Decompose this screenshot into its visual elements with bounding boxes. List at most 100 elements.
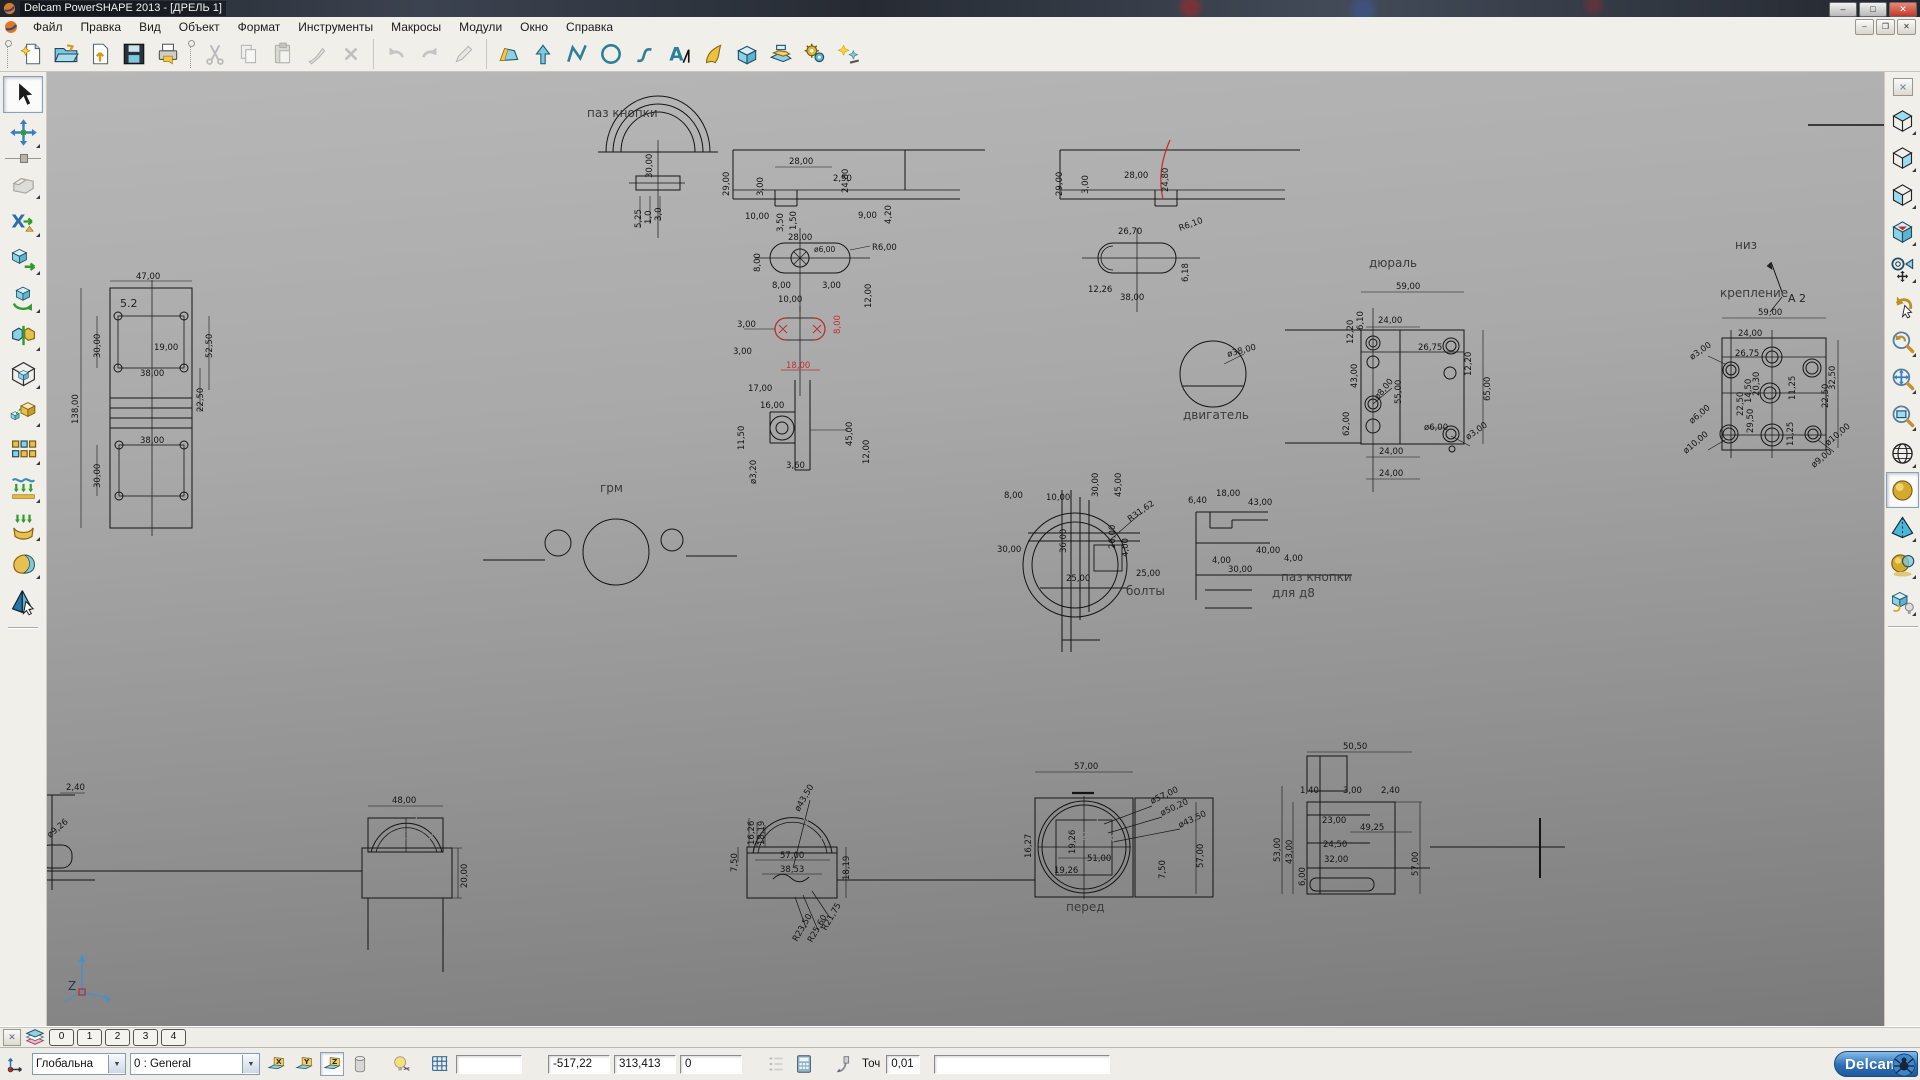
delete-icon[interactable]: [334, 38, 368, 70]
wrap-tool[interactable]: [3, 507, 43, 544]
menu-app-icon[interactable]: [4, 20, 18, 34]
curve-tool-icon[interactable]: [628, 38, 662, 70]
menu-item-правка[interactable]: Правка: [72, 19, 131, 35]
menu-item-файл[interactable]: Файл: [24, 19, 72, 35]
zoom-box-button[interactable]: [1886, 398, 1919, 434]
plane-y-icon[interactable]: Y: [292, 1052, 316, 1076]
level-button-3[interactable]: 3: [133, 1029, 158, 1046]
edit-subitem-tool[interactable]: [3, 583, 43, 620]
mdi-close-button[interactable]: ✕: [1897, 19, 1916, 35]
minimize-button[interactable]: –: [1829, 2, 1857, 17]
workplane-combo[interactable]: Глобальна ▼: [32, 1053, 126, 1075]
smart-surface-icon[interactable]: [492, 38, 526, 70]
pattern-tool[interactable]: [3, 431, 43, 468]
feature-tool-icon[interactable]: [764, 38, 798, 70]
zoom-previous-button[interactable]: [1886, 324, 1919, 360]
view-rotate-button[interactable]: [1886, 250, 1919, 286]
shaded-wireframe-mode-button[interactable]: [1886, 546, 1919, 582]
menu-item-формат[interactable]: Формат: [229, 19, 290, 35]
import-icon[interactable]: [83, 38, 117, 70]
toolbar-pin[interactable]: [3, 154, 43, 163]
measure-tool-icon[interactable]: [832, 1052, 856, 1076]
copy-icon[interactable]: [232, 38, 266, 70]
menu-item-модули[interactable]: Модули: [450, 19, 511, 35]
new-file-icon[interactable]: [15, 38, 49, 70]
toolbar-grip[interactable]: [187, 40, 196, 68]
line-tool-icon[interactable]: [560, 38, 594, 70]
mirror-tool[interactable]: [3, 317, 43, 354]
morph-tool[interactable]: [3, 545, 43, 582]
levels-close-button[interactable]: ✕: [3, 1029, 21, 1046]
open-file-icon[interactable]: [49, 38, 83, 70]
plane-x-icon[interactable]: X: [264, 1052, 288, 1076]
view-previous-button[interactable]: [1886, 287, 1919, 323]
rotate-tool[interactable]: [3, 279, 43, 316]
convert-tool[interactable]: X: [3, 203, 43, 240]
shaded-mode-button[interactable]: [1886, 472, 1919, 508]
format-brush-icon[interactable]: [300, 38, 334, 70]
view-top-button[interactable]: [1886, 102, 1919, 138]
coordinate-x-field[interactable]: -517,22: [548, 1055, 610, 1074]
close-button[interactable]: ✕: [1889, 2, 1917, 17]
workplane-axes-icon[interactable]: [4, 1052, 28, 1076]
calculator-icon[interactable]: [792, 1052, 816, 1076]
transparent-mode-button[interactable]: [1886, 509, 1919, 545]
coordinate-y-field[interactable]: 313,413: [614, 1055, 676, 1074]
menu-item-вид[interactable]: Вид: [130, 19, 170, 35]
print-icon[interactable]: [151, 38, 185, 70]
layers-icon[interactable]: [24, 1028, 46, 1046]
menu-item-инструменты[interactable]: Инструменты: [289, 19, 382, 35]
menu-item-справка[interactable]: Справка: [557, 19, 622, 35]
mdi-restore-button[interactable]: ❐: [1876, 19, 1895, 35]
tolerance-field[interactable]: 0,01: [886, 1055, 920, 1074]
paste-icon[interactable]: [266, 38, 300, 70]
intelligent-cursor-icon[interactable]: [390, 1052, 414, 1076]
wireframe-mode-button[interactable]: [1886, 435, 1919, 471]
coordinate-list-icon[interactable]: [764, 1052, 788, 1076]
menu-item-объект[interactable]: Объект: [170, 19, 229, 35]
level-combo[interactable]: 0 : General ▼: [130, 1053, 260, 1075]
view-side-button[interactable]: [1886, 139, 1919, 175]
project-curve-tool[interactable]: [3, 469, 43, 506]
mdi-minimize-button[interactable]: –: [1855, 19, 1874, 35]
edit-icon[interactable]: [447, 38, 481, 70]
scale-tool[interactable]: [3, 393, 43, 430]
solid-tool-icon[interactable]: [730, 38, 764, 70]
toolbar-grip[interactable]: [4, 40, 13, 68]
maximize-button[interactable]: □: [1859, 2, 1887, 17]
level-button-2[interactable]: 2: [105, 1029, 130, 1046]
wizard-icon[interactable]: [832, 38, 866, 70]
dynamic-transform-tool[interactable]: [3, 114, 43, 151]
view-iso-button[interactable]: [1886, 213, 1919, 249]
dynamic-section-button[interactable]: [1886, 583, 1919, 619]
drawing-canvas[interactable]: 30,005,251,03,028,002,5029,0024,803,0010…: [47, 72, 1884, 1026]
zoom-full-button[interactable]: [1886, 361, 1919, 397]
offset-tool[interactable]: [3, 355, 43, 392]
level-dropdown-arrow[interactable]: ▼: [242, 1055, 259, 1073]
circle-tool-icon[interactable]: [594, 38, 628, 70]
redo-icon[interactable]: [413, 38, 447, 70]
plane-z-icon[interactable]: Z: [320, 1052, 344, 1076]
workplane-dropdown-arrow[interactable]: ▼: [108, 1055, 125, 1073]
move-tool[interactable]: [3, 241, 43, 278]
level-button-4[interactable]: 4: [161, 1029, 186, 1046]
undo-icon[interactable]: [379, 38, 413, 70]
grid-size-field[interactable]: [456, 1055, 522, 1074]
workplane-arrow-icon[interactable]: [526, 38, 560, 70]
grid-icon[interactable]: [428, 1052, 452, 1076]
assembly-gears-icon[interactable]: [798, 38, 832, 70]
view-front-button[interactable]: [1886, 176, 1919, 212]
level-button-0[interactable]: 0: [49, 1029, 74, 1046]
cut-icon[interactable]: [198, 38, 232, 70]
level-button-1[interactable]: 1: [77, 1029, 102, 1046]
cylinder-icon[interactable]: [348, 1052, 372, 1076]
select-tool[interactable]: [3, 76, 43, 113]
menu-item-окно[interactable]: Окно: [511, 19, 557, 35]
blank-feature-tool[interactable]: [3, 165, 43, 202]
status-message-field[interactable]: [934, 1055, 1110, 1074]
close-view-toolbar-button[interactable]: [1893, 78, 1913, 96]
coordinate-z-field[interactable]: 0: [680, 1055, 742, 1074]
menu-item-макросы[interactable]: Макросы: [382, 19, 450, 35]
text-tool-icon[interactable]: A: [662, 38, 696, 70]
save-icon[interactable]: [117, 38, 151, 70]
